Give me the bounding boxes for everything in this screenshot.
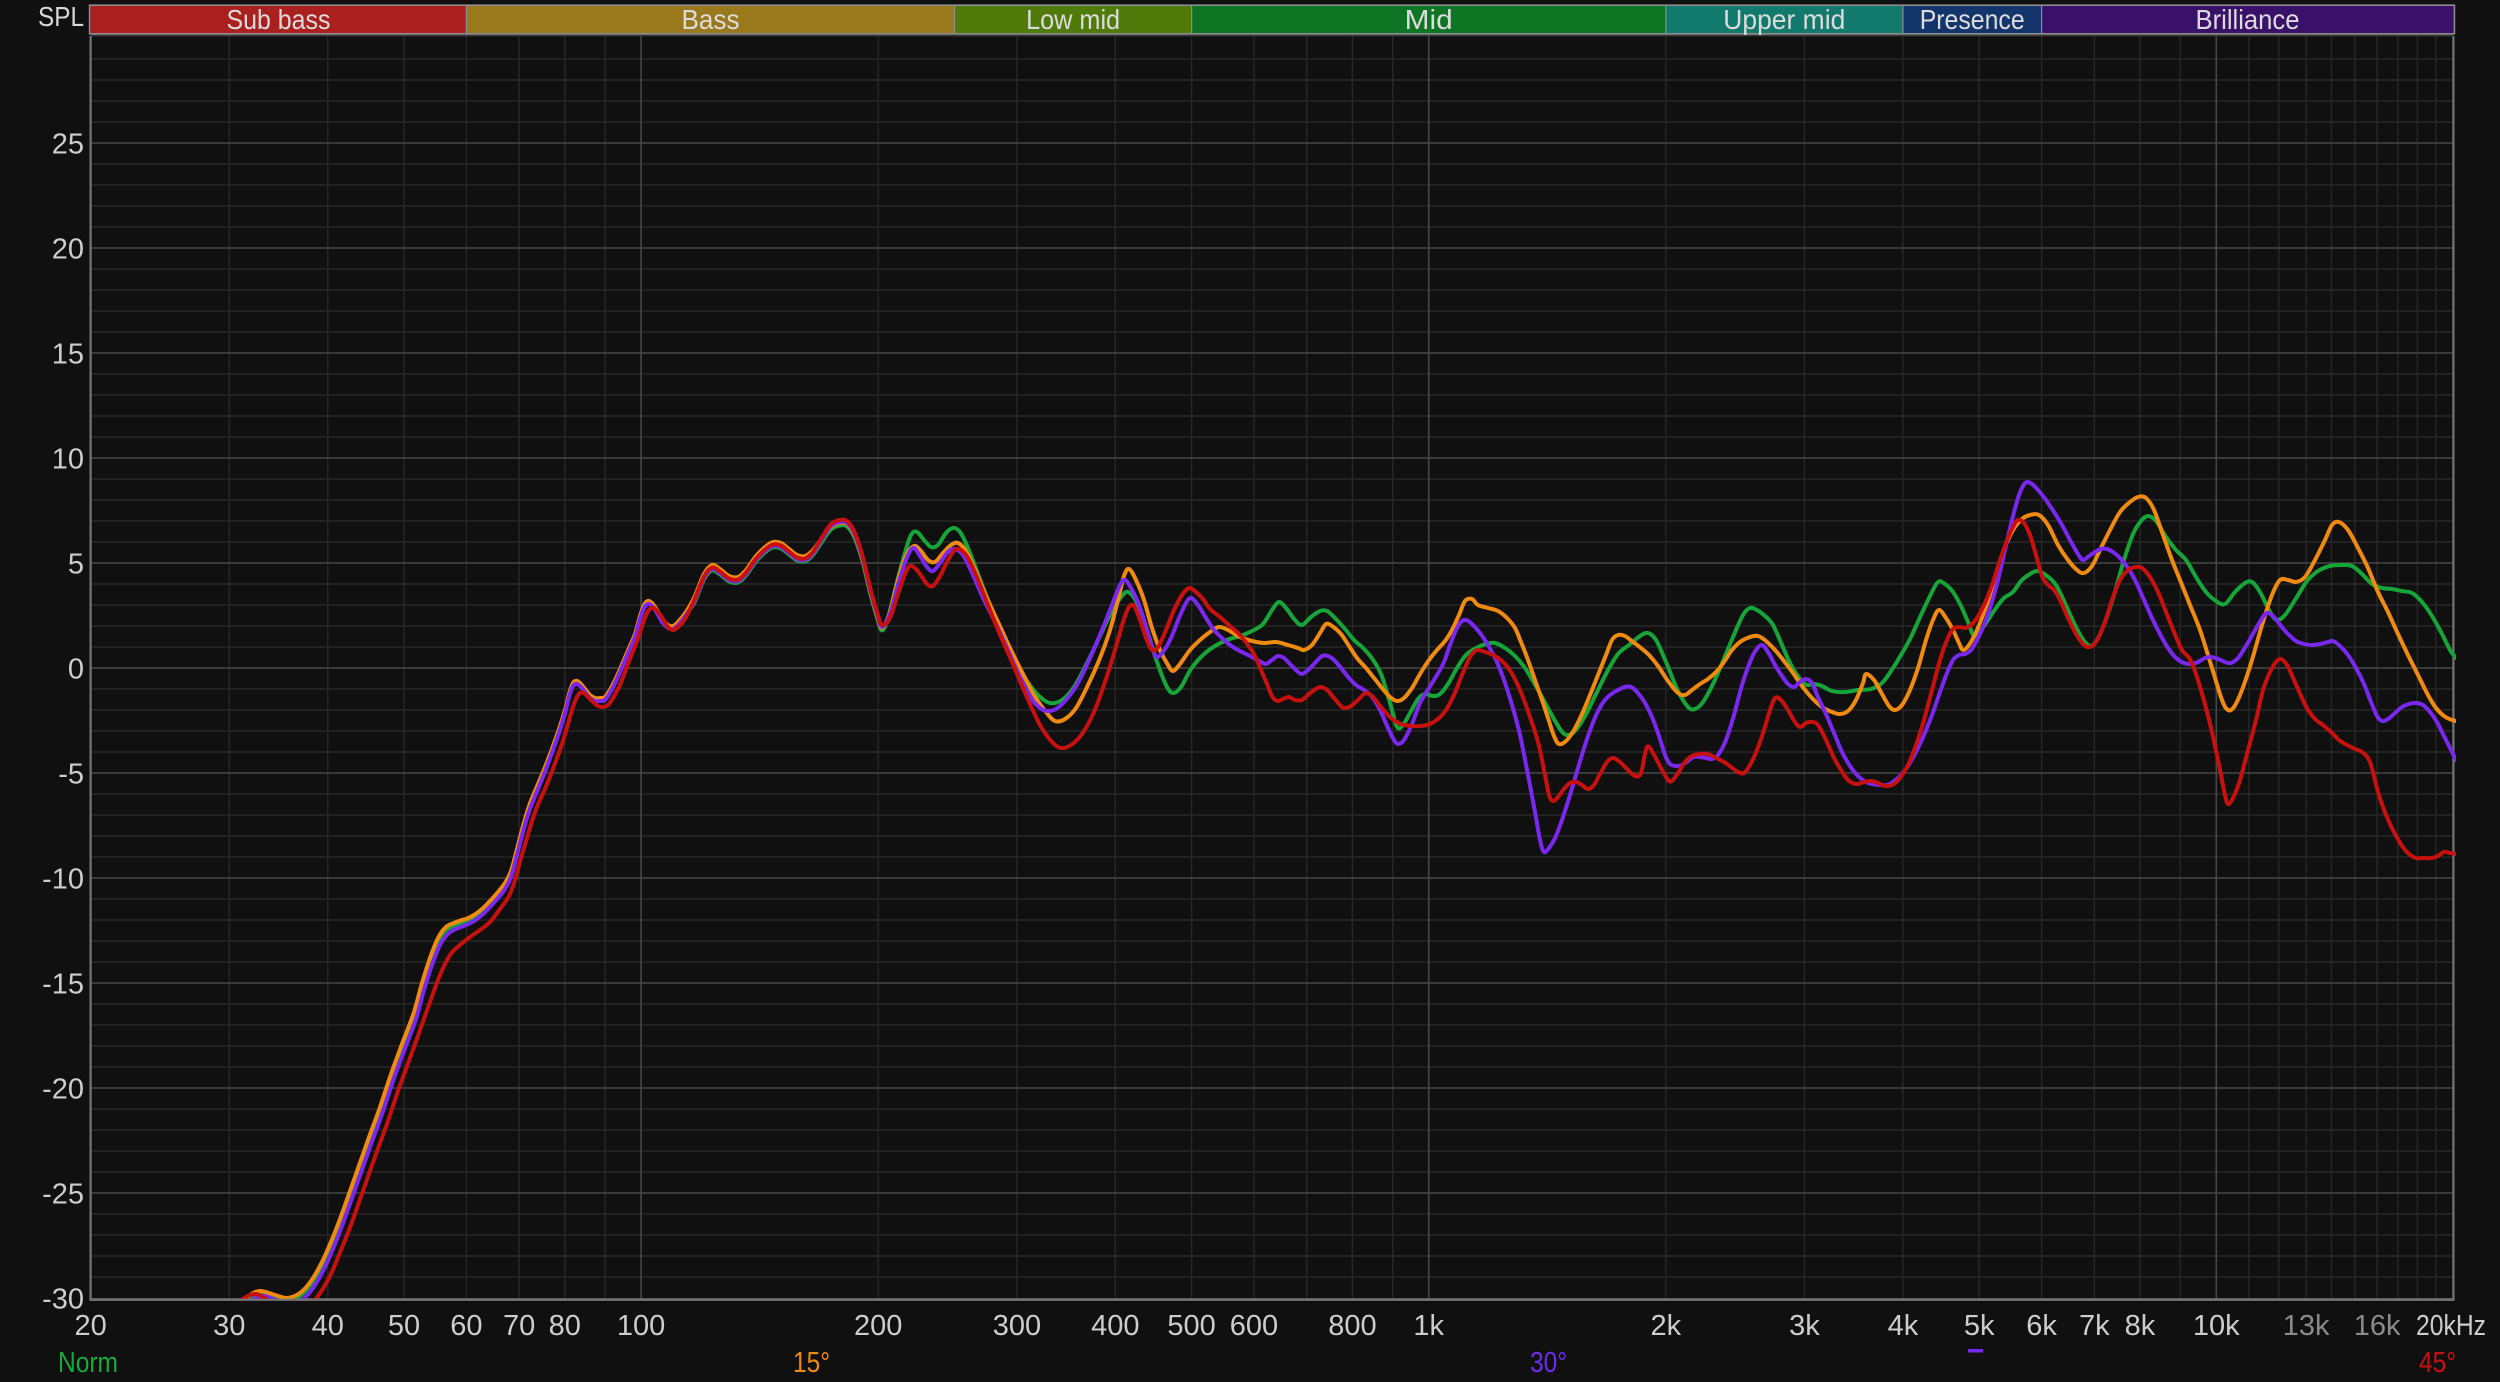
svg-text:60: 60 bbox=[450, 1310, 482, 1342]
svg-text:400: 400 bbox=[1091, 1310, 1139, 1342]
svg-text:-15: -15 bbox=[42, 969, 84, 1001]
svg-text:Low mid: Low mid bbox=[1026, 4, 1120, 35]
svg-text:500: 500 bbox=[1167, 1310, 1215, 1342]
svg-text:1k: 1k bbox=[1413, 1310, 1444, 1342]
svg-text:10: 10 bbox=[52, 444, 84, 476]
svg-text:30: 30 bbox=[213, 1310, 245, 1342]
svg-text:15: 15 bbox=[52, 339, 84, 371]
svg-text:20kHz: 20kHz bbox=[2416, 1310, 2486, 1342]
svg-text:80: 80 bbox=[549, 1310, 581, 1342]
svg-text:SPL: SPL bbox=[38, 1, 84, 32]
svg-text:15°: 15° bbox=[793, 1347, 830, 1379]
svg-text:Norm: Norm bbox=[58, 1347, 118, 1379]
svg-text:-5: -5 bbox=[58, 759, 84, 791]
svg-text:70: 70 bbox=[503, 1310, 535, 1342]
svg-text:-25: -25 bbox=[42, 1179, 84, 1211]
svg-text:Upper mid: Upper mid bbox=[1723, 4, 1845, 35]
svg-text:20: 20 bbox=[52, 234, 84, 266]
svg-text:Bass: Bass bbox=[682, 4, 740, 35]
svg-text:100: 100 bbox=[617, 1310, 665, 1342]
svg-text:30°: 30° bbox=[1530, 1347, 1567, 1379]
svg-text:8k: 8k bbox=[2125, 1310, 2156, 1342]
svg-text:2k: 2k bbox=[1650, 1310, 1681, 1342]
svg-text:20: 20 bbox=[74, 1310, 106, 1342]
svg-text:800: 800 bbox=[1328, 1310, 1376, 1342]
svg-text:Sub bass: Sub bass bbox=[227, 4, 331, 35]
svg-text:-10: -10 bbox=[42, 864, 84, 896]
svg-text:6k: 6k bbox=[2026, 1310, 2057, 1342]
svg-text:45°: 45° bbox=[2419, 1347, 2456, 1379]
svg-text:10k: 10k bbox=[2193, 1310, 2240, 1342]
svg-text:0: 0 bbox=[68, 654, 84, 686]
svg-text:40: 40 bbox=[312, 1310, 344, 1342]
svg-text:200: 200 bbox=[854, 1310, 902, 1342]
svg-text:Brilliance: Brilliance bbox=[2196, 4, 2300, 35]
svg-text:5: 5 bbox=[68, 549, 84, 581]
svg-text:4k: 4k bbox=[1888, 1310, 1919, 1342]
svg-text:-20: -20 bbox=[42, 1074, 84, 1106]
svg-text:7k: 7k bbox=[2079, 1310, 2110, 1342]
svg-text:300: 300 bbox=[993, 1310, 1041, 1342]
svg-text:3k: 3k bbox=[1789, 1310, 1820, 1342]
svg-text:25: 25 bbox=[52, 129, 84, 161]
svg-text:50: 50 bbox=[388, 1310, 420, 1342]
svg-text:Mid: Mid bbox=[1405, 4, 1453, 35]
svg-text:600: 600 bbox=[1230, 1310, 1278, 1342]
svg-text:Presence: Presence bbox=[1920, 4, 2025, 35]
svg-text:5k: 5k bbox=[1964, 1310, 1995, 1342]
svg-text:16k: 16k bbox=[2354, 1310, 2401, 1342]
svg-text:13k: 13k bbox=[2283, 1310, 2330, 1342]
